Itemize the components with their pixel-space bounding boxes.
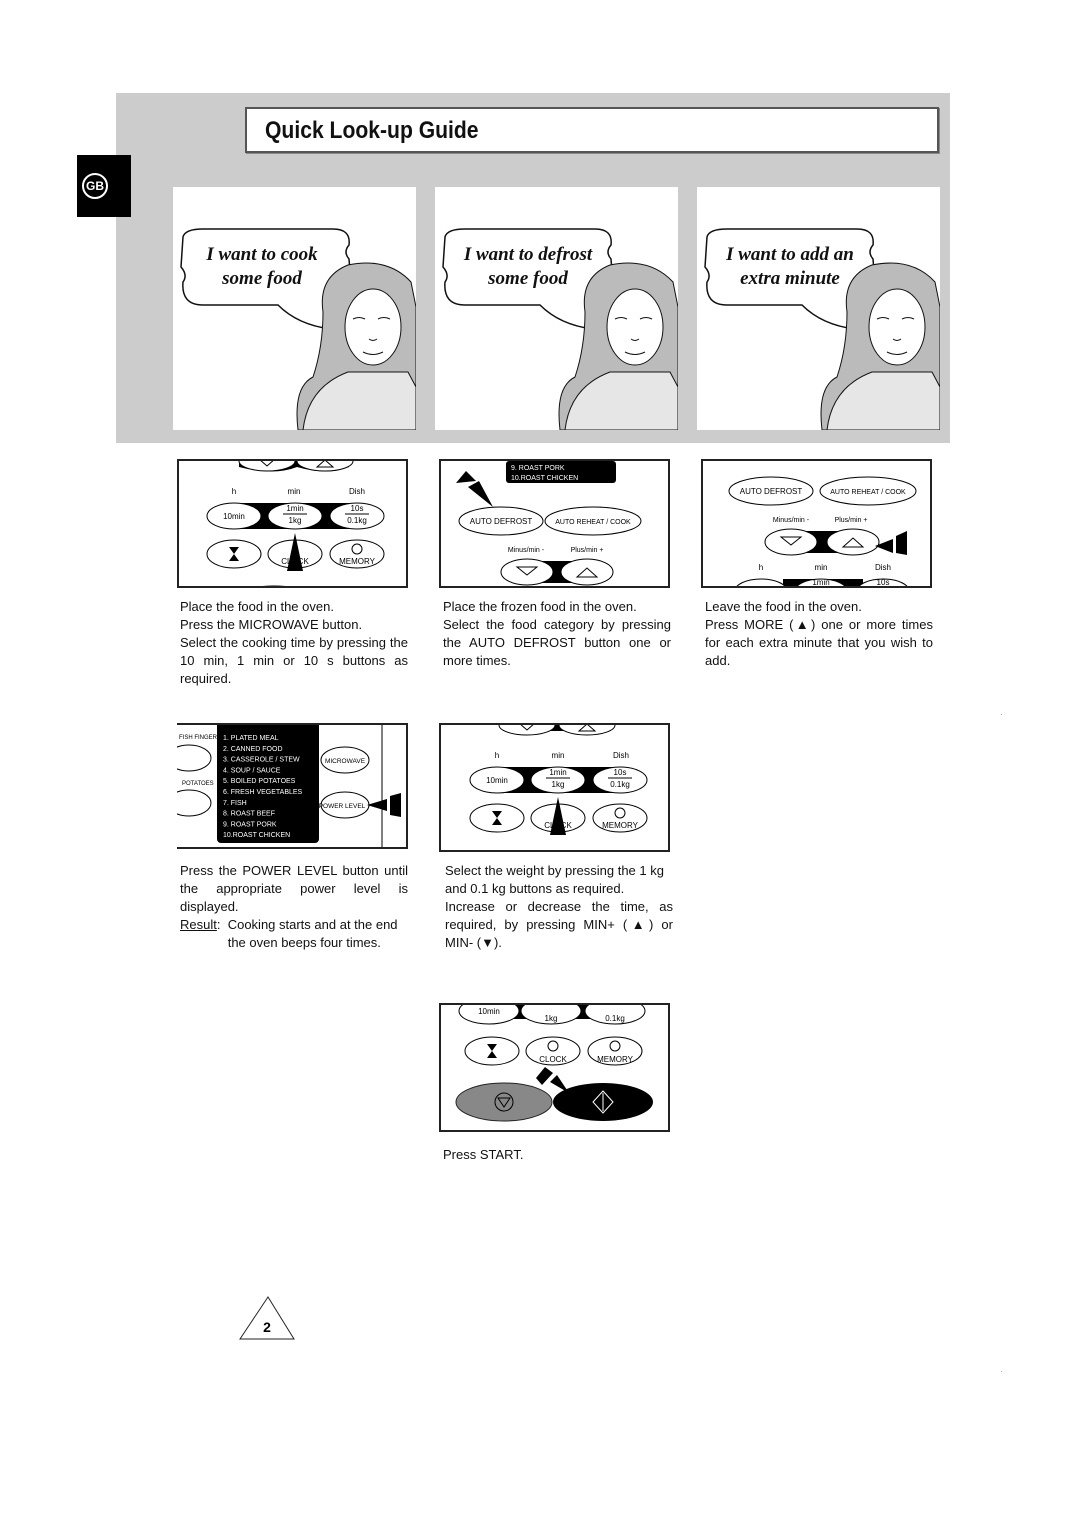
pointer-arrow-icon bbox=[536, 1067, 569, 1093]
svg-text:MEMORY: MEMORY bbox=[597, 1055, 634, 1064]
speech-line-2: some food bbox=[222, 268, 302, 289]
svg-text:h: h bbox=[495, 751, 499, 760]
svg-text:min: min bbox=[552, 751, 565, 760]
svg-text:1min: 1min bbox=[549, 768, 566, 777]
potatoes-icon bbox=[177, 789, 212, 817]
step-cook-1: Place the food in the oven. Press the MI… bbox=[180, 599, 408, 686]
svg-text:Plus/min +: Plus/min + bbox=[571, 547, 604, 554]
menu-list-item: 4. SOUP / SAUCE bbox=[223, 767, 281, 774]
step-extra-1: Leave the food in the oven. Press MORE (… bbox=[705, 599, 933, 668]
plus-button[interactable] bbox=[560, 558, 614, 586]
speech-line-2: extra minute bbox=[740, 268, 840, 289]
menu-list-item: 7. FISH bbox=[223, 800, 247, 807]
panel-cook: I want to cook some food bbox=[173, 187, 416, 430]
woman-illustration-icon bbox=[704, 228, 940, 430]
svg-text:10s: 10s bbox=[351, 504, 364, 513]
svg-text:0.1kg: 0.1kg bbox=[347, 516, 367, 525]
menu-list-item: 3. CASSEROLE / STEW bbox=[223, 757, 300, 764]
menu-list-item: 6. FRESH VEGETABLES bbox=[223, 789, 303, 796]
svg-text:MICROWAVE: MICROWAVE bbox=[325, 758, 366, 765]
minus-button[interactable] bbox=[500, 558, 554, 586]
svg-text:MEMORY: MEMORY bbox=[602, 821, 639, 830]
minus-button[interactable] bbox=[764, 528, 818, 556]
svg-text:AUTO DEFROST: AUTO DEFROST bbox=[740, 487, 803, 496]
keypad-auto-defrost: 9. ROAST PORK 10.ROAST CHICKEN AUTO DEFR… bbox=[439, 459, 670, 588]
svg-text:10s: 10s bbox=[614, 768, 627, 777]
woman-illustration-icon bbox=[442, 228, 678, 430]
svg-text:10min: 10min bbox=[223, 512, 245, 521]
svg-text:Dish: Dish bbox=[613, 751, 629, 760]
svg-text:POWER LEVEL: POWER LEVEL bbox=[319, 803, 366, 810]
step-defrost-2: Select the weight by pressing the 1 kg a… bbox=[445, 863, 673, 950]
menu-list-item: 5. BOILED POTATOES bbox=[223, 778, 296, 785]
language-tab: GB bbox=[77, 155, 131, 217]
svg-text:0.1kg: 0.1kg bbox=[610, 780, 630, 789]
label-h: h bbox=[232, 487, 236, 496]
svg-text:h: h bbox=[759, 563, 763, 572]
pointer-arrow-icon bbox=[875, 531, 907, 555]
panel-extra-minute: I want to add an extra minute bbox=[697, 187, 940, 430]
page-number: 2 bbox=[263, 1319, 271, 1335]
page-number-marker: 2 bbox=[238, 1293, 298, 1348]
panel-defrost: I want to defrost some food bbox=[435, 187, 678, 430]
svg-text:10min: 10min bbox=[478, 1007, 500, 1016]
stop-button[interactable] bbox=[455, 1082, 553, 1122]
keypad-power-level: FISH FINGER POTATOES 1. PLATED MEAL 2. CA… bbox=[177, 723, 408, 849]
step-defrost-1: Place the frozen food in the oven. Selec… bbox=[443, 599, 671, 668]
svg-text:AUTO REHEAT / COOK: AUTO REHEAT / COOK bbox=[830, 489, 906, 496]
speech-line-2: some food bbox=[488, 268, 568, 289]
pointer-arrow-icon bbox=[456, 471, 493, 507]
svg-text:Dish: Dish bbox=[875, 563, 891, 572]
keypad-weight: h min Dish 10min 1min 1kg 10s 0.1kg CLOC… bbox=[439, 723, 670, 852]
result-label: Result bbox=[180, 917, 217, 932]
page-title-box: Quick Look-up Guide bbox=[245, 107, 939, 153]
svg-text:FISH FINGER: FISH FINGER bbox=[179, 735, 218, 741]
result-text: Cooking starts and at the end the oven b… bbox=[227, 917, 398, 950]
woman-illustration-icon bbox=[180, 228, 416, 430]
svg-text:AUTO DEFROST: AUTO DEFROST bbox=[470, 517, 533, 526]
fish-icon bbox=[177, 744, 212, 772]
svg-text:10s: 10s bbox=[877, 578, 890, 587]
language-badge: GB bbox=[82, 173, 108, 199]
step-defrost-3: Press START. bbox=[443, 1147, 524, 1162]
label-dish: Dish bbox=[349, 487, 365, 496]
svg-text:AUTO REHEAT / COOK: AUTO REHEAT / COOK bbox=[555, 519, 631, 526]
svg-text:1min: 1min bbox=[286, 504, 303, 513]
page-title: Quick Look-up Guide bbox=[265, 117, 479, 144]
svg-text:Plus/min +: Plus/min + bbox=[835, 517, 868, 524]
keypad-start: 10min 1kg 0.1kg CLOCK MEMORY bbox=[439, 1003, 670, 1132]
menu-list-item: 10.ROAST CHICKEN bbox=[223, 832, 290, 839]
svg-text:Minus/min -: Minus/min - bbox=[508, 547, 545, 554]
svg-text:MEMORY: MEMORY bbox=[339, 557, 376, 566]
speech-line-1: I want to add an bbox=[726, 244, 854, 265]
svg-text:9. ROAST PORK: 9. ROAST PORK bbox=[511, 465, 565, 472]
menu-list-item: 1. PLATED MEAL bbox=[223, 735, 279, 742]
pointer-arrow-icon bbox=[367, 793, 401, 817]
svg-text:Minus/min -: Minus/min - bbox=[773, 517, 810, 524]
plus-button[interactable] bbox=[826, 528, 880, 556]
menu-list-item: 2. CANNED FOOD bbox=[223, 746, 283, 753]
svg-text:min: min bbox=[815, 563, 828, 572]
speech-line-1: I want to cook bbox=[206, 244, 318, 265]
keypad-cook-time: h min Dish 10min 1min 1kg 10s 0.1kg CLOC… bbox=[177, 459, 408, 588]
svg-text:1kg: 1kg bbox=[289, 516, 302, 525]
plus-button[interactable] bbox=[296, 461, 354, 472]
menu-list-item: 9. ROAST PORK bbox=[223, 821, 277, 828]
speech-line-1: I want to defrost bbox=[463, 244, 593, 265]
svg-text:1kg: 1kg bbox=[545, 1014, 558, 1023]
keypad-plus-minute: AUTO DEFROST AUTO REHEAT / COOK Minus/mi… bbox=[701, 459, 932, 588]
label-min: min bbox=[288, 487, 301, 496]
menu-list-item: 8. ROAST BEEF bbox=[223, 811, 275, 818]
svg-text:1kg: 1kg bbox=[552, 780, 565, 789]
stray-mark bbox=[1001, 1371, 1002, 1372]
svg-text:0.1kg: 0.1kg bbox=[605, 1014, 625, 1023]
svg-text:10min: 10min bbox=[486, 776, 508, 785]
stray-mark bbox=[1001, 714, 1002, 715]
svg-text:1min: 1min bbox=[812, 578, 829, 587]
plus-button[interactable] bbox=[558, 725, 616, 736]
svg-text:10.ROAST CHICKEN: 10.ROAST CHICKEN bbox=[511, 475, 578, 482]
svg-text:POTATOES: POTATOES bbox=[182, 781, 214, 787]
svg-text:CLOCK: CLOCK bbox=[539, 1055, 567, 1064]
step-cook-2: Press the POWER LEVEL button until the a… bbox=[180, 863, 408, 950]
